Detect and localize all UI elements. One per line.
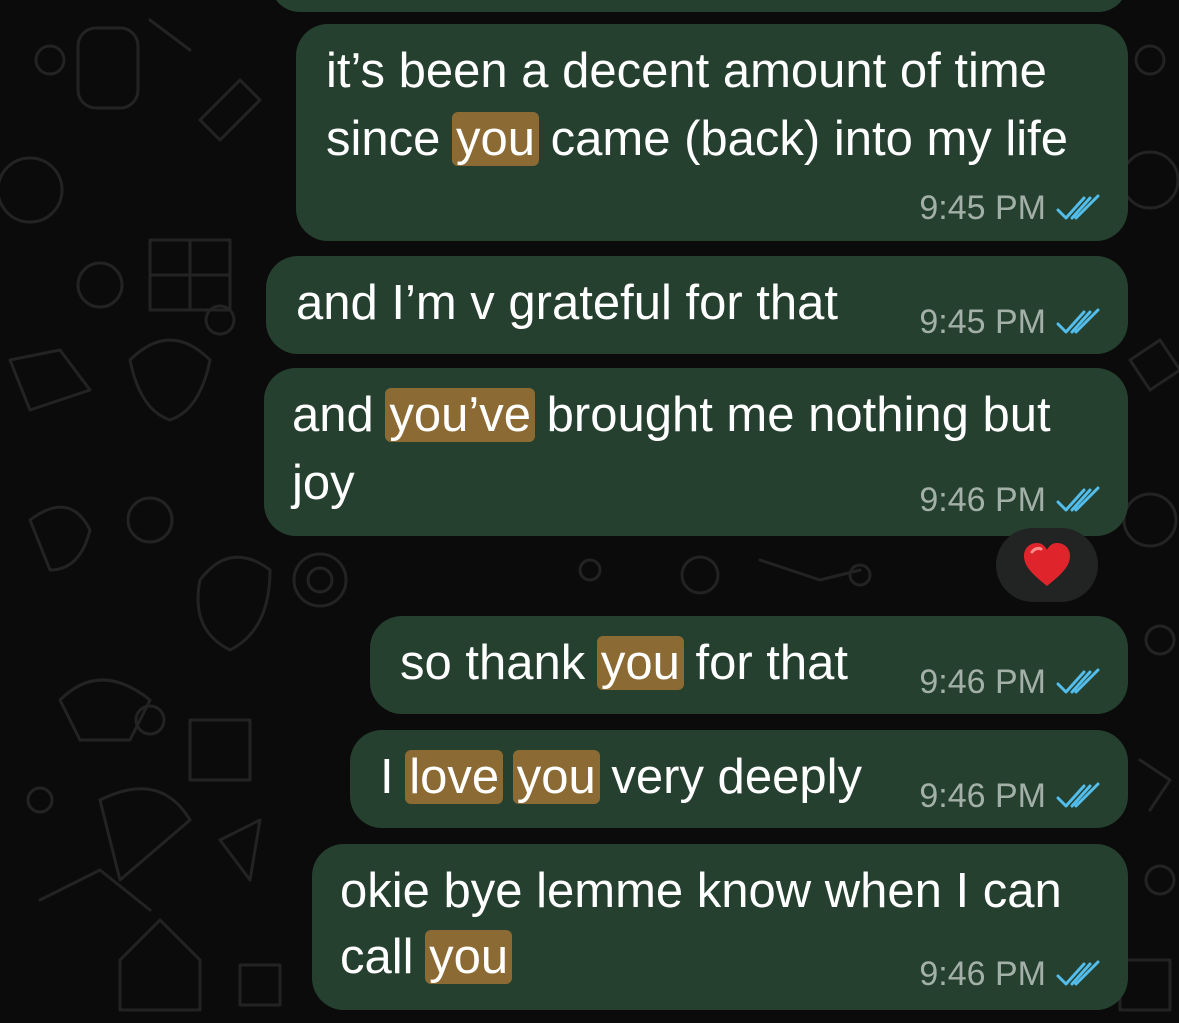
message-text: since you came (back) into my life [326,106,1068,172]
message-text: joy [292,450,355,516]
read-receipt-icon [1056,668,1100,694]
message-text-segment: call [340,930,428,984]
read-receipt-icon [1056,308,1100,334]
previous-message-bubble[interactable] [270,0,1128,12]
message-time: 9:46 PM [919,662,1046,701]
message-text-segment: okie bye lemme know when I can [340,864,1062,918]
search-highlight: you [596,636,684,690]
message-time: 9:46 PM [919,480,1046,519]
message-meta: 9:46 PM [919,954,1100,994]
message-meta: 9:45 PM [919,188,1100,228]
message-bubble[interactable]: it’s been a decent amount of time since … [296,24,1128,241]
message-text-segment: came (back) into my life [537,112,1069,166]
message-bubble[interactable]: and you’ve brought me nothing but joy 9:… [264,368,1128,536]
message-meta: 9:46 PM [919,776,1100,816]
read-receipt-icon [1056,960,1100,986]
message-meta: 9:46 PM [919,480,1100,520]
message-text-segment: joy [292,456,355,510]
message-text: so thank you for that [400,630,848,696]
message-time: 9:45 PM [919,302,1046,341]
message-bubble[interactable]: and I’m v grateful for that 9:45 PM [266,256,1128,354]
message-time: 9:45 PM [919,188,1046,227]
search-highlight: you [425,930,513,984]
message-time: 9:46 PM [919,776,1046,815]
search-highlight: you [452,112,540,166]
message-bubble[interactable]: so thank you for that 9:46 PM [370,616,1128,714]
message-text-segment: very deeply [597,750,862,804]
message-text: okie bye lemme know when I can [340,858,1062,924]
message-bubble[interactable]: okie bye lemme know when I can call you … [312,844,1128,1010]
search-highlight: love [405,750,504,804]
message-text: it’s been a decent amount of time [326,38,1047,104]
message-text: and you’ve brought me nothing but [292,382,1051,448]
read-receipt-icon [1056,782,1100,808]
heart-icon [1024,543,1070,586]
message-text-segment: and [292,388,388,442]
message-meta: 9:46 PM [919,662,1100,702]
search-highlight: you [512,750,600,804]
message-text-segment: and I’m v grateful for that [296,276,838,330]
message-text-segment: it’s been a decent amount of time [326,44,1047,98]
message-bubble[interactable]: I love you very deeply 9:46 PM [350,730,1128,828]
message-text-segment: since [326,112,455,166]
message-text-segment: brought me nothing but [533,388,1051,442]
message-text: call you [340,924,513,990]
message-text-segment: for that [681,636,849,690]
message-meta: 9:45 PM [919,302,1100,342]
message-text: and I’m v grateful for that [296,270,838,336]
message-text-segment: I [380,750,408,804]
read-receipt-icon [1056,194,1100,220]
message-text: I love you very deeply [380,744,862,810]
message-time: 9:46 PM [919,954,1046,993]
read-receipt-icon [1056,486,1100,512]
reaction-badge[interactable] [996,528,1098,602]
message-text-segment: so thank [400,636,599,690]
search-highlight: you’ve [385,388,536,442]
